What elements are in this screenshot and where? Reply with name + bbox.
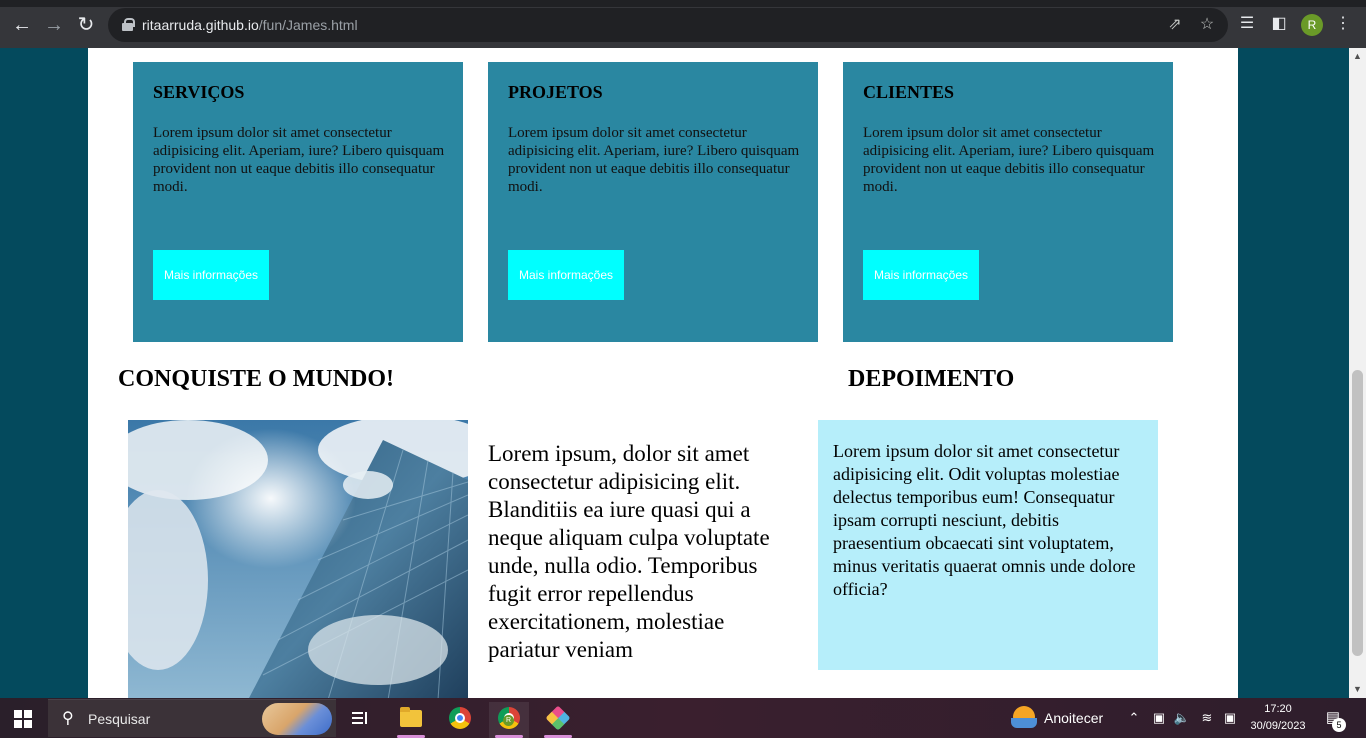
card-projetos: PROJETOS Lorem ipsum dolor sit amet cons… (488, 62, 818, 342)
task-view-bar (352, 722, 363, 724)
web-page: SERVIÇOS Lorem ipsum dolor sit amet cons… (88, 48, 1238, 698)
taskbar-clock[interactable]: 17:20 30/09/2023 (1244, 701, 1312, 735)
star-icon[interactable]: ☆ (1198, 16, 1216, 34)
clock-time: 17:20 (1264, 703, 1292, 715)
weather-text[interactable]: Anoitecer (1044, 698, 1103, 738)
folder-icon (400, 707, 422, 727)
card-title: PROJETOS (508, 82, 603, 102)
lock-icon[interactable] (122, 18, 135, 31)
windows-start-icon[interactable] (14, 710, 32, 728)
clock-date: 30/09/2023 (1250, 720, 1306, 732)
search-placeholder: Pesquisar (88, 711, 151, 727)
task-view-bar (352, 717, 363, 719)
task-view-bar (352, 712, 363, 714)
start-pane (24, 720, 32, 728)
card-servicos: SERVIÇOS Lorem ipsum dolor sit amet cons… (133, 62, 463, 342)
side-panel-icon[interactable]: ◧ (1269, 14, 1289, 34)
card-clientes: CLIENTES Lorem ipsum dolor sit amet cons… (843, 62, 1173, 342)
scroll-thumb[interactable] (1352, 370, 1363, 656)
start-pane (24, 710, 32, 718)
card-title: SERVIÇOS (153, 82, 245, 102)
card-title: CLIENTES (863, 82, 955, 102)
task-view-bar (365, 712, 367, 724)
card-text: Lorem ipsum dolor sit amet consectetur a… (508, 125, 800, 195)
app-diamond-icon (545, 705, 571, 731)
reload-icon[interactable]: ↻ (73, 12, 99, 38)
more-info-button[interactable]: Mais informações (863, 250, 979, 300)
chrome-button[interactable] (440, 702, 480, 738)
wifi-icon[interactable]: ≋ (1198, 708, 1216, 728)
url-host: ritaarruda.github.io (142, 17, 259, 33)
url-path: /fun/James.html (258, 17, 358, 33)
task-view-icon (349, 707, 371, 729)
address-bar[interactable]: ritaarruda.github.io/fun/James.html ⇗ ☆ (108, 8, 1228, 42)
tab-strip (0, 0, 1366, 7)
start-pane (14, 710, 22, 718)
weather-icon[interactable] (1011, 706, 1037, 730)
card-text: Lorem ipsum dolor sit amet consectetur a… (153, 125, 445, 195)
forward-icon[interactable]: → (41, 12, 67, 38)
scroll-up-icon[interactable]: ▲ (1349, 48, 1366, 65)
taskbar-search[interactable]: ⚲ Pesquisar (48, 699, 336, 737)
conquiste-text: Lorem ipsum, dolor sit amet consectetur … (488, 441, 770, 662)
chrome-profile-button[interactable]: R (489, 702, 529, 738)
profile-badge: R (503, 715, 514, 726)
building-photo-art (128, 420, 468, 698)
conquiste-title: CONQUISTE O MUNDO! (118, 366, 395, 392)
task-view-button[interactable] (340, 702, 380, 738)
profile-avatar[interactable]: R (1301, 14, 1323, 36)
windows-taskbar: ⚲ Pesquisar R Anoitecer ⌃ ▣ 🔈 ≋ ▣ 17:20 … (0, 698, 1366, 738)
chrome-icon (449, 707, 471, 729)
depoimento-title: DEPOIMENTO (848, 366, 1015, 392)
device-icon[interactable]: ▣ (1150, 708, 1168, 728)
search-icon: ⚲ (62, 710, 74, 727)
file-explorer-button[interactable] (391, 702, 431, 738)
browser-chrome: ← → ↻ ritaarruda.github.io/fun/James.htm… (0, 0, 1366, 48)
menu-icon[interactable]: ⋮ (1333, 14, 1353, 34)
card-text: Lorem ipsum dolor sit amet consectetur a… (863, 125, 1155, 195)
more-info-button[interactable]: Mais informações (153, 250, 269, 300)
scroll-down-icon[interactable]: ▼ (1349, 681, 1366, 698)
building-photo (128, 420, 468, 698)
testimonial-text: Lorem ipsum dolor sit amet consectetur a… (833, 441, 1136, 599)
chevron-up-icon[interactable]: ⌃ (1125, 708, 1143, 728)
app-button[interactable] (538, 702, 578, 738)
volume-icon[interactable]: 🔈 (1173, 708, 1191, 728)
search-highlight-image (262, 703, 332, 735)
start-pane (14, 720, 22, 728)
camera-icon[interactable]: ▣ (1221, 708, 1239, 728)
testimonial-box: Lorem ipsum dolor sit amet consectetur a… (818, 420, 1158, 670)
media-icon[interactable]: ☰ (1237, 14, 1257, 34)
notification-count: 5 (1332, 718, 1346, 732)
back-icon[interactable]: ← (9, 12, 35, 38)
share-icon[interactable]: ⇗ (1166, 16, 1184, 34)
page-scrollbar[interactable]: ▲ ▼ (1349, 48, 1366, 698)
more-info-button[interactable]: Mais informações (508, 250, 624, 300)
url-text[interactable]: ritaarruda.github.io/fun/James.html (142, 8, 358, 42)
